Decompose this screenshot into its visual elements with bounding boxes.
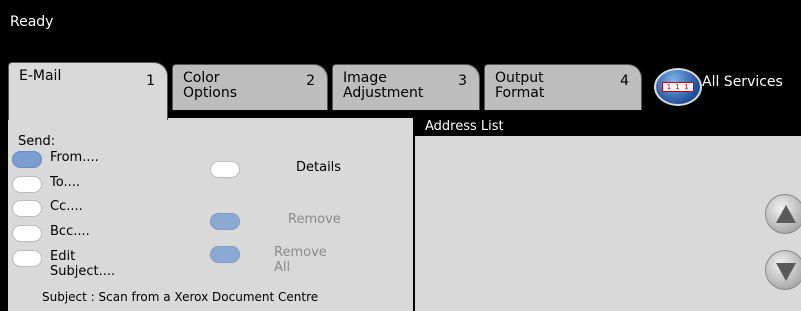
- remove-all-indicator: [210, 246, 240, 263]
- bcc-label: Bcc....: [50, 224, 90, 239]
- remove-all-label: Remove All: [274, 245, 327, 275]
- tab-output-format-number: 4: [620, 73, 629, 89]
- tab-e-mail-number: 1: [146, 73, 155, 89]
- remove-indicator: [210, 213, 240, 230]
- tab-image-adjustment[interactable]: Image Adjustment 3: [332, 64, 480, 110]
- cc-indicator: [12, 200, 42, 217]
- status-text: Ready: [10, 14, 54, 30]
- tab-image-adjustment-number: 3: [458, 73, 467, 89]
- scroll-down-icon: [776, 263, 796, 281]
- edit-subject-label: Edit Subject....: [50, 249, 116, 279]
- status-bar: Ready: [0, 0, 801, 62]
- all-services-icon-strip: 1 1 1: [662, 82, 694, 92]
- tab-output-format[interactable]: Output Format 4: [484, 64, 642, 110]
- address-list-title: Address List: [415, 118, 801, 136]
- all-services-button[interactable]: 1 1 1 All Services: [648, 66, 801, 106]
- all-services-icon: 1 1 1: [654, 68, 702, 106]
- tab-color-options[interactable]: Color Options 2: [172, 64, 328, 110]
- scroll-down-button[interactable]: [765, 250, 801, 290]
- tab-color-options-number: 2: [306, 73, 315, 89]
- scroll-up-icon: [776, 205, 796, 223]
- all-services-label: All Services: [702, 74, 783, 90]
- cc-label: Cc....: [50, 199, 83, 214]
- edit-subject-indicator: [12, 250, 42, 267]
- tab-e-mail[interactable]: E-Mail 1: [8, 62, 168, 120]
- send-label: Send:: [18, 134, 56, 149]
- from-label: From....: [50, 150, 99, 165]
- address-list[interactable]: Address List: [413, 118, 801, 311]
- from-indicator: [12, 151, 42, 168]
- scroll-up-button[interactable]: [765, 194, 801, 234]
- tab-image-adjustment-label: Image Adjustment: [343, 70, 424, 101]
- tab-output-format-label: Output Format: [495, 70, 545, 101]
- e-mail-panel: Send: From.... To.... Cc.... Bcc.... Edi…: [8, 118, 801, 311]
- details-indicator: [210, 161, 240, 178]
- tab-e-mail-label: E-Mail: [19, 68, 62, 84]
- bcc-indicator: [12, 225, 42, 242]
- tab-color-options-label: Color Options: [183, 70, 238, 101]
- details-label: Details: [296, 160, 342, 175]
- to-label: To....: [50, 175, 80, 190]
- remove-label: Remove: [288, 212, 341, 227]
- to-indicator: [12, 176, 42, 193]
- subject-line: Subject : Scan from a Xerox Document Cen…: [42, 290, 319, 304]
